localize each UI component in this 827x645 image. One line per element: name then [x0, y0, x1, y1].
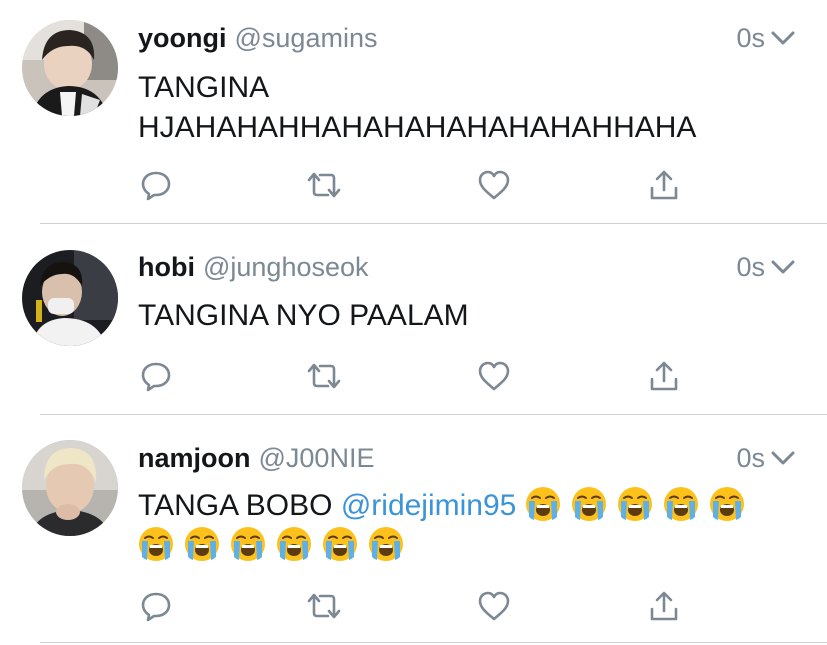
like-button[interactable] [476, 588, 512, 624]
timestamp: 0s [736, 443, 765, 473]
reply-button[interactable] [138, 167, 174, 203]
timestamp: 0s [736, 23, 765, 53]
user-handle[interactable]: @J00NIE [259, 443, 375, 473]
share-button[interactable] [646, 167, 682, 203]
retweet-icon [307, 593, 341, 619]
tweet-actions [138, 588, 698, 624]
share-icon [650, 170, 678, 200]
loudly-crying-face-icon [277, 527, 311, 561]
display-name[interactable]: namjoon [138, 443, 251, 473]
loudly-crying-face-icon [663, 487, 698, 521]
loudly-crying-face-icon [139, 527, 173, 561]
tweet-text: TANGINA HJAHAHAHHAHAHAHAHAHAHAHHAHA [138, 68, 808, 148]
avatar-photo-icon [22, 20, 118, 116]
share-icon [650, 591, 678, 621]
like-icon [478, 170, 510, 200]
share-button[interactable] [646, 358, 682, 394]
avatar-photo-icon [22, 250, 118, 346]
like-icon [478, 361, 510, 391]
like-icon [478, 591, 510, 621]
loudly-crying-face-icon [571, 487, 606, 521]
reply-button[interactable] [138, 358, 174, 394]
tweet-actions [138, 167, 698, 203]
reply-icon [141, 171, 171, 201]
display-name[interactable]: yoongi [138, 23, 227, 53]
chevron-down-icon[interactable] [771, 449, 795, 467]
divider [40, 414, 827, 415]
avatar[interactable] [22, 20, 118, 116]
loudly-crying-face-icon [231, 527, 265, 561]
retweet-button[interactable] [306, 588, 342, 624]
timestamp: 0s [736, 252, 765, 282]
user-handle[interactable]: @junghoseok [203, 252, 369, 282]
retweet-button[interactable] [306, 167, 342, 203]
like-button[interactable] [476, 358, 512, 394]
retweet-button[interactable] [306, 358, 342, 394]
chevron-down-icon[interactable] [771, 29, 795, 47]
user-handle[interactable]: @sugamins [235, 23, 378, 53]
chevron-down-icon[interactable] [771, 258, 795, 276]
tweet-text-prefix: TANGA BOBO [138, 489, 341, 522]
retweet-icon [307, 363, 341, 389]
display-name[interactable]: hobi [138, 252, 195, 282]
loudly-crying-face-icon [617, 487, 652, 521]
divider [40, 223, 827, 224]
avatar-photo-icon [22, 440, 118, 536]
retweet-icon [307, 172, 341, 198]
reply-button[interactable] [138, 588, 174, 624]
loudly-crying-face-icon [525, 487, 560, 521]
like-button[interactable] [476, 167, 512, 203]
divider [40, 642, 827, 643]
tweet-text-line: TANGINA NYO PAALAM [138, 299, 469, 332]
avatar[interactable] [22, 250, 118, 346]
share-icon [650, 361, 678, 391]
tweet-text: TANGA BOBO @ridejimin95 [138, 486, 798, 566]
share-button[interactable] [646, 588, 682, 624]
mention-link[interactable]: @ridejimin95 [341, 489, 517, 522]
loudly-crying-face-icon [369, 527, 403, 561]
avatar[interactable] [22, 440, 118, 536]
reply-icon [141, 362, 171, 392]
tweet-text-line: TANGINA [138, 71, 270, 104]
loudly-crying-face-icon [323, 527, 357, 561]
tweet-text: TANGINA NYO PAALAM [138, 296, 808, 336]
loudly-crying-face-icon [709, 487, 744, 521]
tweet-actions [138, 358, 698, 394]
reply-icon [141, 592, 171, 622]
tweet-text-line: HJAHAHAHHAHAHAHAHAHAHAHHAHA [138, 111, 697, 144]
loudly-crying-face-icon [185, 527, 219, 561]
